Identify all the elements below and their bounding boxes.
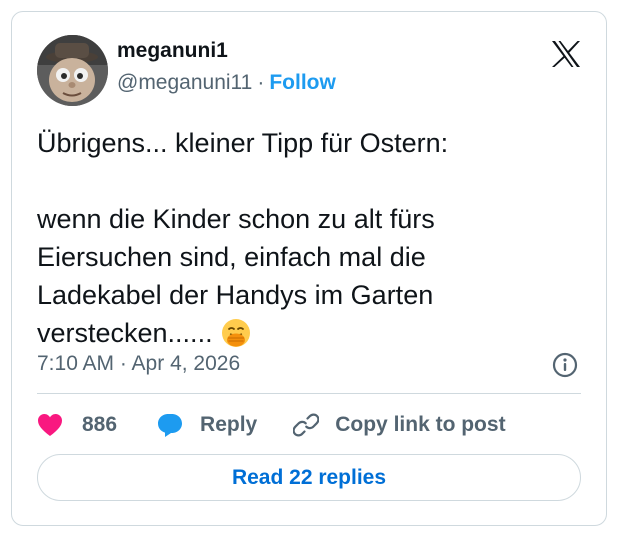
tweet-line: Ladekabel der Handys im Garten — [37, 280, 434, 310]
reply-label: Reply — [200, 413, 258, 436]
like-button[interactable]: 886 — [37, 413, 117, 437]
info-icon[interactable] — [552, 352, 578, 378]
tweet-line: verstecken...... — [37, 318, 213, 348]
author-handle-line: @meganuni11 · Follow — [117, 71, 336, 95]
avatar[interactable] — [37, 35, 108, 106]
tweet-text: Übrigens... kleiner Tipp für Ostern: wen… — [37, 124, 577, 358]
reply-button[interactable]: Reply — [157, 412, 257, 438]
tweet-line: Übrigens... kleiner Tipp für Ostern: — [37, 128, 449, 158]
follow-button[interactable]: Follow — [269, 71, 336, 94]
tweet-line: Eiersuchen sind, einfach mal die — [37, 242, 426, 272]
like-count: 886 — [82, 413, 118, 436]
author-display-name[interactable]: meganuni1 — [117, 39, 228, 63]
copy-link-label: Copy link to post — [335, 413, 506, 436]
heart-icon — [37, 413, 63, 437]
post-timestamp[interactable]: 7:10 AM · Apr 4, 2026 — [37, 352, 240, 376]
reply-bubble-icon — [157, 412, 183, 438]
author-handle[interactable]: @meganuni11 — [117, 71, 252, 94]
x-logo-icon[interactable] — [551, 40, 581, 68]
copy-link-button[interactable]: Copy link to post — [293, 412, 506, 438]
link-icon — [293, 412, 320, 438]
separator-dot: · — [257, 71, 265, 94]
read-replies-button[interactable]: Read 22 replies — [37, 454, 581, 501]
embedded-post-card: meganuni1 @meganuni11 · Follow Übrigens...… — [11, 11, 607, 526]
action-bar: 886 Reply Copy link to post — [37, 409, 506, 441]
divider — [37, 393, 581, 394]
tweet-line: wenn die Kinder schon zu alt fürs — [37, 204, 435, 234]
